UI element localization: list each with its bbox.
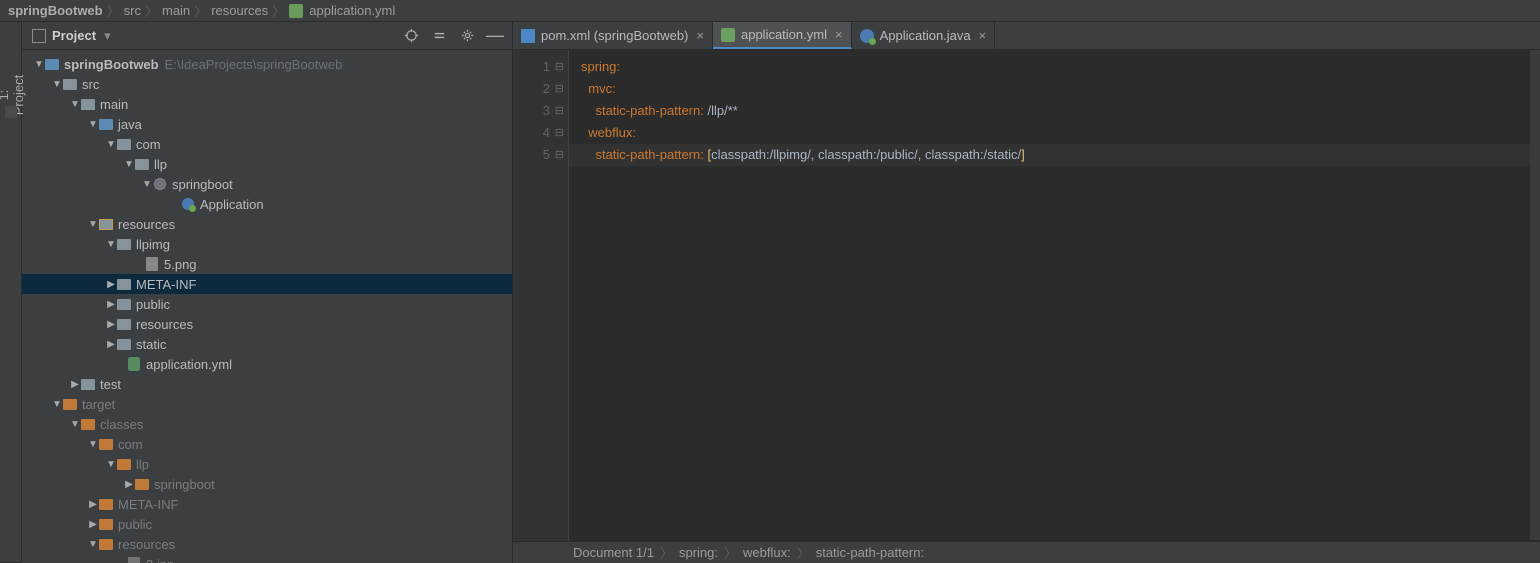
editor-tabs: pom.xml (springBootweb)× application.yml…: [513, 22, 1540, 50]
yaml-file-icon: [289, 4, 303, 18]
tree-public[interactable]: ▶public: [22, 294, 512, 314]
breadcrumb-main[interactable]: main: [162, 3, 190, 18]
project-panel: Project ▾ — ▼springBootwebE:\IdeaProject…: [22, 22, 512, 563]
java-class-icon: [860, 29, 874, 43]
root-label: springBootweb: [64, 57, 159, 72]
expand-all-icon[interactable]: [428, 25, 450, 47]
line-number: 1: [513, 56, 550, 78]
tree-metainf2[interactable]: ▶META-INF: [22, 494, 512, 514]
breadcrumb-sep: 〉: [194, 1, 207, 20]
code-content[interactable]: spring: mvc: static-path-pattern: /llp/*…: [569, 50, 1025, 541]
project-dropdown-icon[interactable]: ▾: [104, 28, 111, 44]
tree-com[interactable]: ▼com: [22, 134, 512, 154]
project-panel-header: Project ▾ —: [22, 22, 512, 50]
line-number: 5: [513, 144, 550, 166]
line-number-gutter: 1⊟ 2⊟ 3⊟ 4⊟ 5⊟: [513, 50, 569, 541]
tree-5png[interactable]: ▼5.png: [22, 254, 512, 274]
tree-resources2[interactable]: ▶resources: [22, 314, 512, 334]
tree-appyml[interactable]: ▼application.yml: [22, 354, 512, 374]
tree-test[interactable]: ▶test: [22, 374, 512, 394]
close-icon[interactable]: ×: [696, 28, 704, 43]
project-view-icon[interactable]: [32, 29, 46, 43]
fold-icon[interactable]: ⊟: [555, 78, 564, 100]
tree-src[interactable]: ▼src: [22, 74, 512, 94]
project-tree[interactable]: ▼springBootwebE:\IdeaProjects\springBoot…: [22, 50, 512, 563]
crumb-spp[interactable]: static-path-pattern:: [816, 545, 924, 560]
root-path: E:\IdeaProjects\springBootweb: [165, 57, 343, 72]
doc-status: Document 1/1: [573, 545, 654, 560]
tree-resources[interactable]: ▼resources: [22, 214, 512, 234]
tree-llpimg[interactable]: ▼llpimg: [22, 234, 512, 254]
breadcrumb-bar: springBootweb 〉 src 〉 main 〉 resources 〉…: [0, 0, 1540, 22]
tree-static[interactable]: ▶static: [22, 334, 512, 354]
fold-icon[interactable]: ⊟: [555, 56, 564, 78]
structure-tool-icon[interactable]: [5, 106, 17, 118]
line-number: 2: [513, 78, 550, 100]
gear-icon[interactable]: [456, 25, 478, 47]
tool-window-bar: 1: Project: [0, 22, 22, 562]
fold-end-icon[interactable]: ⊟: [555, 144, 564, 166]
crumb-spring[interactable]: spring:: [679, 545, 718, 560]
tree-public2[interactable]: ▶public: [22, 514, 512, 534]
tab-application-yml[interactable]: application.yml×: [713, 22, 852, 49]
close-icon[interactable]: ×: [979, 28, 987, 43]
breadcrumb-root[interactable]: springBootweb: [8, 3, 103, 18]
hide-panel-icon[interactable]: —: [484, 25, 506, 47]
breadcrumb-src[interactable]: src: [124, 3, 141, 18]
tree-2inn[interactable]: ▼2.inn: [22, 554, 512, 563]
editor-panel: pom.xml (springBootweb)× application.yml…: [512, 22, 1540, 563]
tree-springboot2[interactable]: ▶springboot: [22, 474, 512, 494]
tree-llp[interactable]: ▼llp: [22, 154, 512, 174]
tree-classes[interactable]: ▼classes: [22, 414, 512, 434]
tree-springboot[interactable]: ▼springboot: [22, 174, 512, 194]
tree-metainf[interactable]: ▶META-INF: [22, 274, 512, 294]
breadcrumb-resources[interactable]: resources: [211, 3, 268, 18]
close-icon[interactable]: ×: [835, 27, 843, 42]
breadcrumb-sep: 〉: [107, 1, 120, 20]
line-number: 3: [513, 100, 550, 122]
error-stripe[interactable]: [1530, 50, 1540, 540]
tree-target[interactable]: ▼target: [22, 394, 512, 414]
fold-end-icon[interactable]: ⊟: [555, 100, 564, 122]
tree-java[interactable]: ▼java: [22, 114, 512, 134]
tree-com2[interactable]: ▼com: [22, 434, 512, 454]
breadcrumb-sep: 〉: [272, 1, 285, 20]
crumb-webflux[interactable]: webflux:: [743, 545, 791, 560]
maven-icon: [521, 29, 535, 43]
locate-icon[interactable]: [400, 25, 422, 47]
breadcrumb-sep: 〉: [145, 1, 158, 20]
tree-root[interactable]: ▼springBootwebE:\IdeaProjects\springBoot…: [22, 54, 512, 74]
yaml-icon: [721, 28, 735, 42]
editor-breadcrumb: Document 1/1 〉 spring: 〉 webflux: 〉 stat…: [513, 541, 1540, 563]
tab-application-java[interactable]: Application.java×: [852, 22, 996, 49]
project-panel-title[interactable]: Project: [52, 28, 96, 43]
line-number: 4: [513, 122, 550, 144]
tree-llp2[interactable]: ▼llp: [22, 454, 512, 474]
breadcrumb-file[interactable]: application.yml: [309, 3, 395, 18]
code-editor[interactable]: 1⊟ 2⊟ 3⊟ 4⊟ 5⊟ spring: mvc: static-path-…: [513, 50, 1540, 541]
tree-main[interactable]: ▼main: [22, 94, 512, 114]
fold-icon[interactable]: ⊟: [555, 122, 564, 144]
tree-application-class[interactable]: ▼Application: [22, 194, 512, 214]
tab-pom[interactable]: pom.xml (springBootweb)×: [513, 22, 713, 49]
tree-resources3[interactable]: ▼resources: [22, 534, 512, 554]
